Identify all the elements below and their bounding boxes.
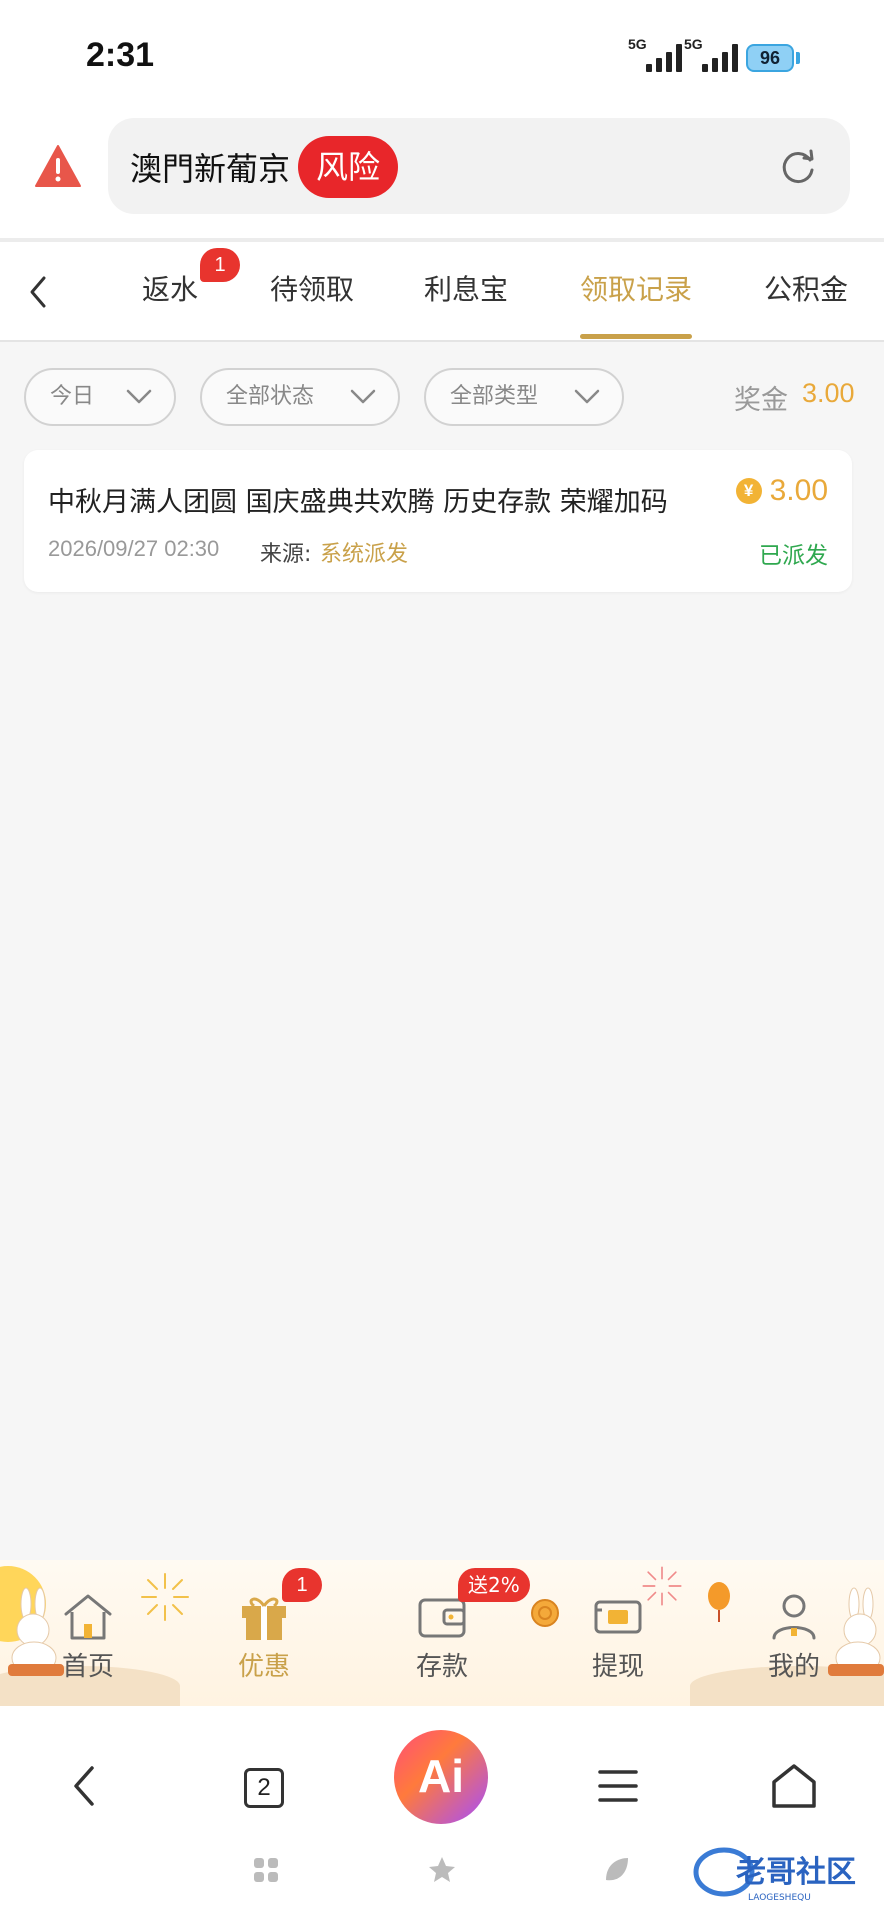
tab-interest[interactable]: 利息宝 [424,268,508,308]
record-time: 2026/09/27 02:30 [48,536,220,561]
active-tab-indicator [580,334,692,339]
record-amount: ¥ 3.00 [735,474,828,508]
ai-assistant-button[interactable]: Ai [394,1730,488,1824]
watermark-text: 老哥社区 [736,1855,856,1890]
nav-home[interactable]: 首页 [40,1590,136,1683]
nav-label: 提现 [591,1652,644,1682]
network-type-label: 5G [684,36,703,52]
address-bar[interactable]: 澳門新葡京 风险 [108,118,850,214]
browser-toolbar: 2 Ai 老哥社区 LAOGESHEQU [0,1706,884,1920]
tab-pending[interactable]: 待领取 [270,268,354,308]
browser-address-area: 澳門新葡京 风险 [0,110,884,238]
status-filter[interactable]: 全部状态 [200,368,400,426]
recent-apps-icon[interactable] [250,1854,282,1886]
user-icon [772,1594,816,1640]
network-type-label: 5G [628,36,647,52]
cash-icon [594,1600,642,1634]
record-source-label: 来源: [260,542,312,567]
date-filter[interactable]: 今日 [24,368,176,426]
back-icon[interactable] [54,1754,118,1818]
bonus-total-label: 奖金 [734,385,788,416]
nav-label: 存款 [415,1652,468,1682]
bonus-total-value: 3.00 [802,378,855,408]
record-status: 已派发 [759,543,828,569]
chevron-down-icon [126,389,152,404]
status-filter-label: 全部状态 [226,384,315,409]
chevron-down-icon [350,389,376,404]
chevron-down-icon [574,389,600,404]
tab-bar: 返水 1 待领取 利息宝 领取记录 公积金 [0,242,884,342]
back-chevron-icon[interactable] [24,272,54,312]
watermark-logo: 老哥社区 LAOGESHEQU [693,1847,856,1903]
battery-tip [796,52,800,64]
tab-claim-records[interactable]: 领取记录 [580,268,692,308]
firework-decoration [141,1573,189,1621]
record-source: 系统派发 [320,542,409,567]
home-icon [64,1594,112,1640]
nav-label: 首页 [61,1652,114,1682]
date-filter-label: 今日 [50,384,95,409]
tab-rebate[interactable]: 返水 [142,268,198,308]
nav-withdraw[interactable]: 提现 [570,1590,666,1683]
tab-badge: 1 [200,248,240,282]
signal-icon: 5G [628,36,682,72]
lantern-decoration [708,1582,730,1622]
coin-icon: ¥ [735,478,762,504]
record-amount-value: 3.00 [769,474,828,507]
url-text: 澳門新葡京 [130,150,291,188]
nav-label: 我的 [767,1652,820,1682]
warning-triangle-icon[interactable] [34,144,82,188]
tab-provident-fund[interactable]: 公积金 [764,268,848,308]
nav-promotions[interactable]: 优惠 [216,1590,312,1683]
nav-label: 优惠 [237,1652,290,1682]
tab-count-button[interactable]: 2 [244,1768,284,1808]
signal-icon: 5G [684,36,738,72]
nav-profile[interactable]: 我的 [746,1590,842,1683]
leaf-icon[interactable] [600,1854,632,1886]
battery-icon: 96 [746,44,794,72]
watermark-subtext: LAOGESHEQU [748,1893,811,1903]
record-title: 中秋月满人团圆 国庆盛典共欢腾 历史存款 荣耀加码 [48,487,668,518]
nav-deposit[interactable]: 存款 [394,1590,490,1683]
type-filter-label: 全部类型 [450,384,539,409]
star-icon[interactable] [426,1854,458,1886]
status-bar: 2:31 5G 5G 96 [0,0,884,110]
type-filter[interactable]: 全部类型 [424,368,624,426]
deposit-promo-badge: 送2% [458,1568,530,1602]
status-time: 2:31 [86,36,155,74]
risk-badge[interactable]: 风险 [298,136,399,198]
mooncake-decoration [531,1599,559,1627]
reload-icon[interactable] [778,146,818,186]
record-card[interactable]: 中秋月满人团圆 国庆盛典共欢腾 历史存款 荣耀加码 ¥ 3.00 2026/09… [24,450,852,592]
menu-icon[interactable] [586,1754,650,1818]
home-icon[interactable] [762,1754,826,1818]
site-bottom-nav: 首页 优惠 1 存款 送2% 提现 我的 [0,1560,884,1706]
nav-badge: 1 [282,1568,322,1602]
